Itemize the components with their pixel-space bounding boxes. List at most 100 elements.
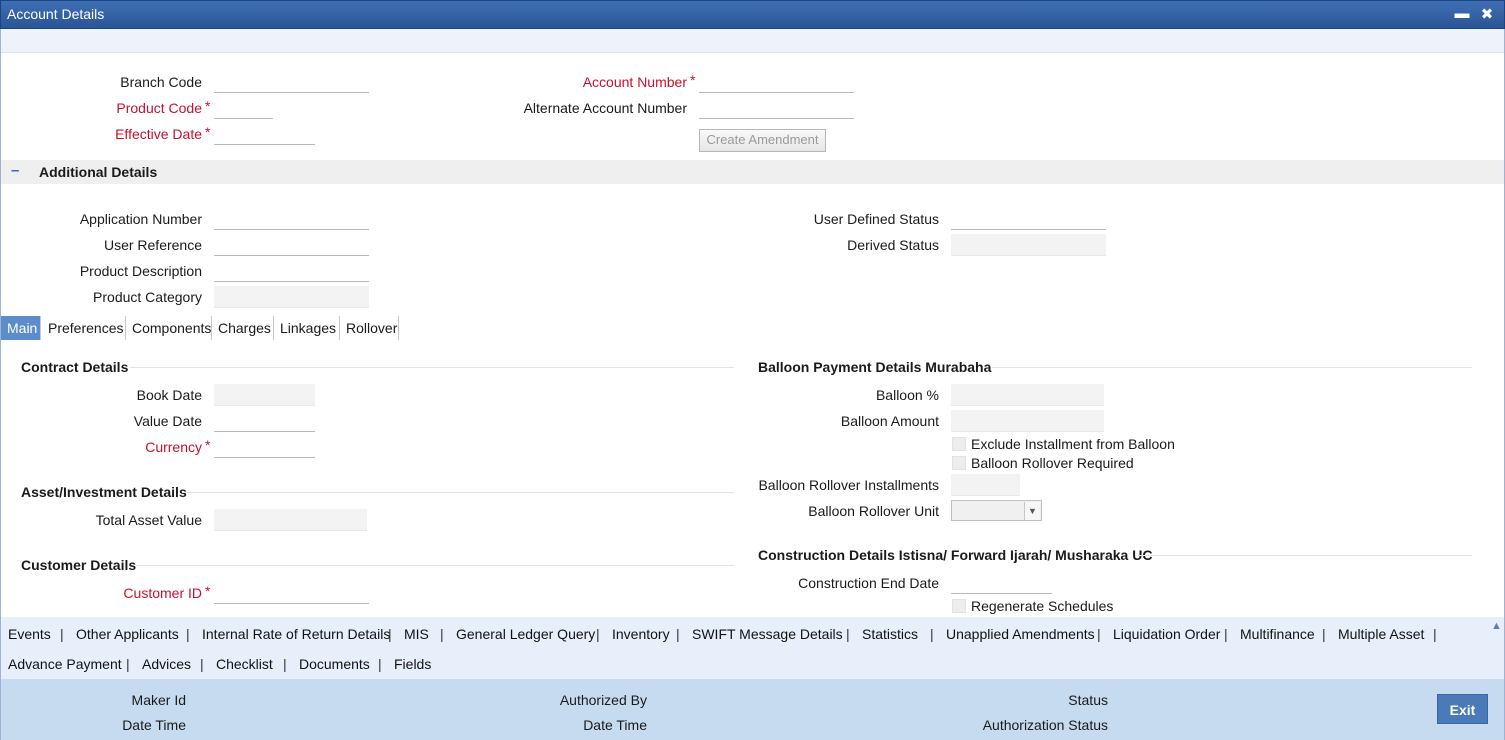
tab-linkages[interactable]: Linkages xyxy=(274,316,340,340)
link-fields[interactable]: Fields xyxy=(394,656,431,672)
rollover-installments-label: Balloon Rollover Installments xyxy=(758,477,939,493)
application-number-input[interactable] xyxy=(214,208,369,230)
divider xyxy=(992,367,1472,368)
tab-main[interactable]: Main xyxy=(1,316,41,340)
scroll-up-icon[interactable]: ▲ xyxy=(1491,620,1502,632)
currency-input[interactable] xyxy=(214,436,315,458)
divider xyxy=(182,492,734,493)
link-inventory[interactable]: Inventory xyxy=(612,626,670,642)
user-defined-status-input[interactable] xyxy=(951,208,1106,230)
branch-code-label: Branch Code xyxy=(120,74,202,90)
account-number-label: Account Number xyxy=(582,74,687,90)
effective-date-label: Effective Date xyxy=(115,126,202,142)
link-internal-rate-of-return[interactable]: Internal Rate of Return Details xyxy=(202,626,390,642)
balloon-details-title: Balloon Payment Details Murabaha xyxy=(758,359,992,375)
customer-id-label: Customer ID xyxy=(123,585,202,601)
section-title: Additional Details xyxy=(39,164,158,180)
rollover-required-checkbox[interactable] xyxy=(952,456,966,470)
account-number-input[interactable] xyxy=(699,71,854,93)
exclude-installment-label: Exclude Installment from Balloon xyxy=(971,436,1175,452)
link-multiple-asset[interactable]: Multiple Asset xyxy=(1338,626,1424,642)
link-other-applicants[interactable]: Other Applicants xyxy=(76,626,179,642)
rollover-unit-select[interactable]: ▼ xyxy=(951,500,1042,521)
asset-details-title: Asset/Investment Details xyxy=(21,484,187,500)
branch-code-input[interactable] xyxy=(214,71,369,93)
book-date-label: Book Date xyxy=(136,387,202,403)
required-marker: * xyxy=(205,583,211,599)
alternate-account-number-label: Alternate Account Number xyxy=(523,100,687,116)
separator: | xyxy=(388,626,392,642)
link-liquidation-order[interactable]: Liquidation Order xyxy=(1113,626,1220,642)
product-category-label: Product Category xyxy=(93,289,202,305)
user-defined-status-label: User Defined Status xyxy=(813,211,939,227)
link-checklist[interactable]: Checklist xyxy=(216,656,273,672)
application-number-label: Application Number xyxy=(79,211,202,227)
exit-button[interactable]: Exit xyxy=(1437,694,1488,724)
alternate-account-number-input[interactable] xyxy=(699,97,854,119)
regenerate-schedules-checkbox[interactable] xyxy=(952,599,966,613)
link-multifinance[interactable]: Multifinance xyxy=(1240,626,1315,642)
separator: | xyxy=(440,626,444,642)
customer-details-title: Customer Details xyxy=(21,557,137,573)
chevron-down-icon[interactable]: ▼ xyxy=(1024,502,1040,520)
title-bar: Account Details ▬ ✖ xyxy=(0,0,1505,29)
tab-charges[interactable]: Charges xyxy=(212,316,274,340)
product-code-input[interactable] xyxy=(214,97,273,119)
required-marker: * xyxy=(690,72,696,88)
link-advices[interactable]: Advices xyxy=(142,656,191,672)
product-description-label: Product Description xyxy=(79,263,202,279)
separator: | xyxy=(200,656,204,672)
product-category-input xyxy=(214,286,369,308)
link-unapplied-amendments[interactable]: Unapplied Amendments xyxy=(946,626,1095,642)
total-asset-value-input xyxy=(214,509,367,531)
required-marker: * xyxy=(205,124,211,140)
value-date-input[interactable] xyxy=(214,410,315,432)
user-reference-input[interactable] xyxy=(214,234,369,256)
window-title: Account Details xyxy=(7,6,105,22)
separator: | xyxy=(596,626,600,642)
maker-date-time-label: Date Time xyxy=(122,717,186,733)
link-statistics[interactable]: Statistics xyxy=(862,626,918,642)
tab-components[interactable]: Components xyxy=(126,316,212,340)
regenerate-schedules-label: Regenerate Schedules xyxy=(971,598,1114,614)
tab-rollover[interactable]: Rollover xyxy=(340,316,399,340)
minimize-icon[interactable]: ▬ xyxy=(1453,5,1471,22)
product-code-label: Product Code xyxy=(116,100,202,116)
balloon-amount-label: Balloon Amount xyxy=(840,413,939,429)
toolbar-strip xyxy=(1,29,1504,53)
maker-id-label: Maker Id xyxy=(131,692,186,708)
value-date-label: Value Date xyxy=(133,413,202,429)
link-events[interactable]: Events xyxy=(8,626,51,642)
status-label: Status xyxy=(1068,692,1108,708)
link-general-ledger-query[interactable]: General Ledger Query xyxy=(456,626,595,642)
additional-details-header[interactable]: – Additional Details xyxy=(1,160,1504,184)
separator: | xyxy=(378,656,382,672)
rollover-unit-label: Balloon Rollover Unit xyxy=(808,503,939,519)
separator: | xyxy=(930,626,934,642)
user-reference-label: User Reference xyxy=(103,237,202,253)
rollover-installments-input xyxy=(951,474,1020,496)
balloon-amount-input xyxy=(951,410,1104,432)
product-description-input[interactable] xyxy=(214,260,369,282)
create-amendment-button[interactable]: Create Amendment xyxy=(699,129,826,152)
link-documents[interactable]: Documents xyxy=(299,656,370,672)
effective-date-input[interactable] xyxy=(214,123,315,145)
link-swift-message-details[interactable]: SWIFT Message Details xyxy=(692,626,843,642)
balloon-percent-label: Balloon % xyxy=(875,387,939,403)
separator: | xyxy=(1224,626,1228,642)
link-advance-payment[interactable]: Advance Payment xyxy=(8,656,122,672)
divider xyxy=(136,565,734,566)
construction-details-title: Construction Details Istisna/ Forward Ij… xyxy=(758,547,1153,563)
link-mis[interactable]: MIS xyxy=(404,626,429,642)
separator: | xyxy=(1097,626,1101,642)
collapse-icon[interactable]: – xyxy=(11,162,19,179)
authorized-by-label: Authorized By xyxy=(559,692,647,708)
tab-preferences[interactable]: Preferences xyxy=(42,316,126,340)
total-asset-value-label: Total Asset Value xyxy=(95,512,202,528)
exclude-installment-checkbox[interactable] xyxy=(952,437,966,451)
customer-id-input[interactable] xyxy=(214,582,369,604)
construction-end-date-input[interactable] xyxy=(951,572,1052,594)
close-icon[interactable]: ✖ xyxy=(1478,5,1496,23)
separator: | xyxy=(676,626,680,642)
contract-details-title: Contract Details xyxy=(21,359,129,375)
